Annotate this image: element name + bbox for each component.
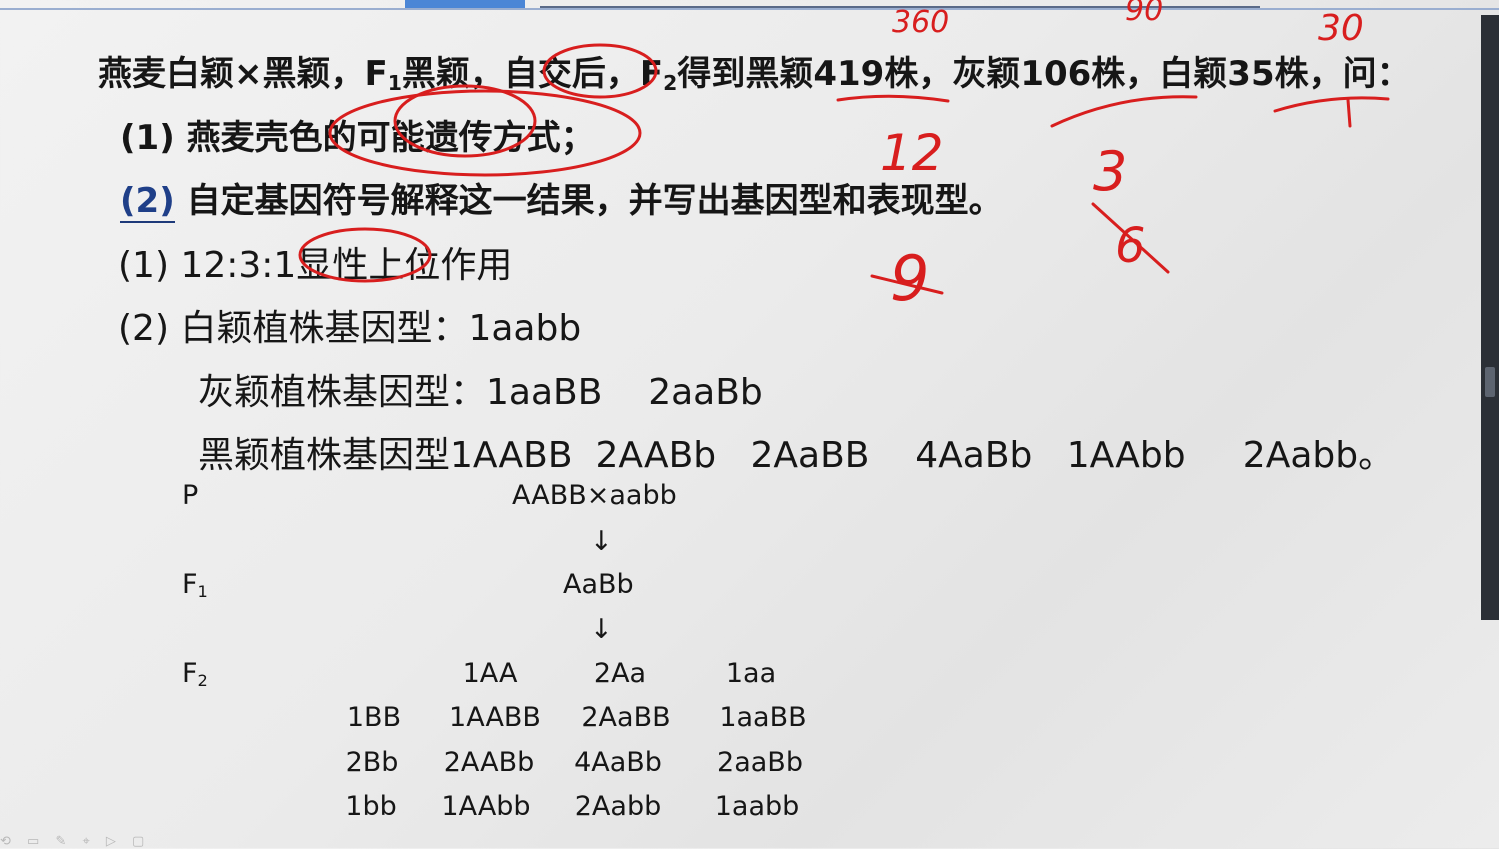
handwritten-number: 360 [892,5,949,40]
circle-mark [542,43,658,99]
circle-mark [328,89,642,177]
handwritten-number: 30 [1318,8,1364,49]
handwritten-number: 90 [1125,0,1163,28]
underline-mark [1273,96,1390,113]
handwritten-number: 9 [890,242,929,315]
handwritten-number: 3 [1093,140,1127,203]
tick-mark [1346,98,1352,128]
handwriting-overlay: 360 90 30 12 3 9 6 [298,0,1390,315]
handwritten-number: 12 [880,124,944,182]
handwritten-number: 6 [1115,218,1146,274]
circle-mark [298,227,432,283]
underline-mark [1050,95,1198,128]
underline-mark [836,94,950,103]
